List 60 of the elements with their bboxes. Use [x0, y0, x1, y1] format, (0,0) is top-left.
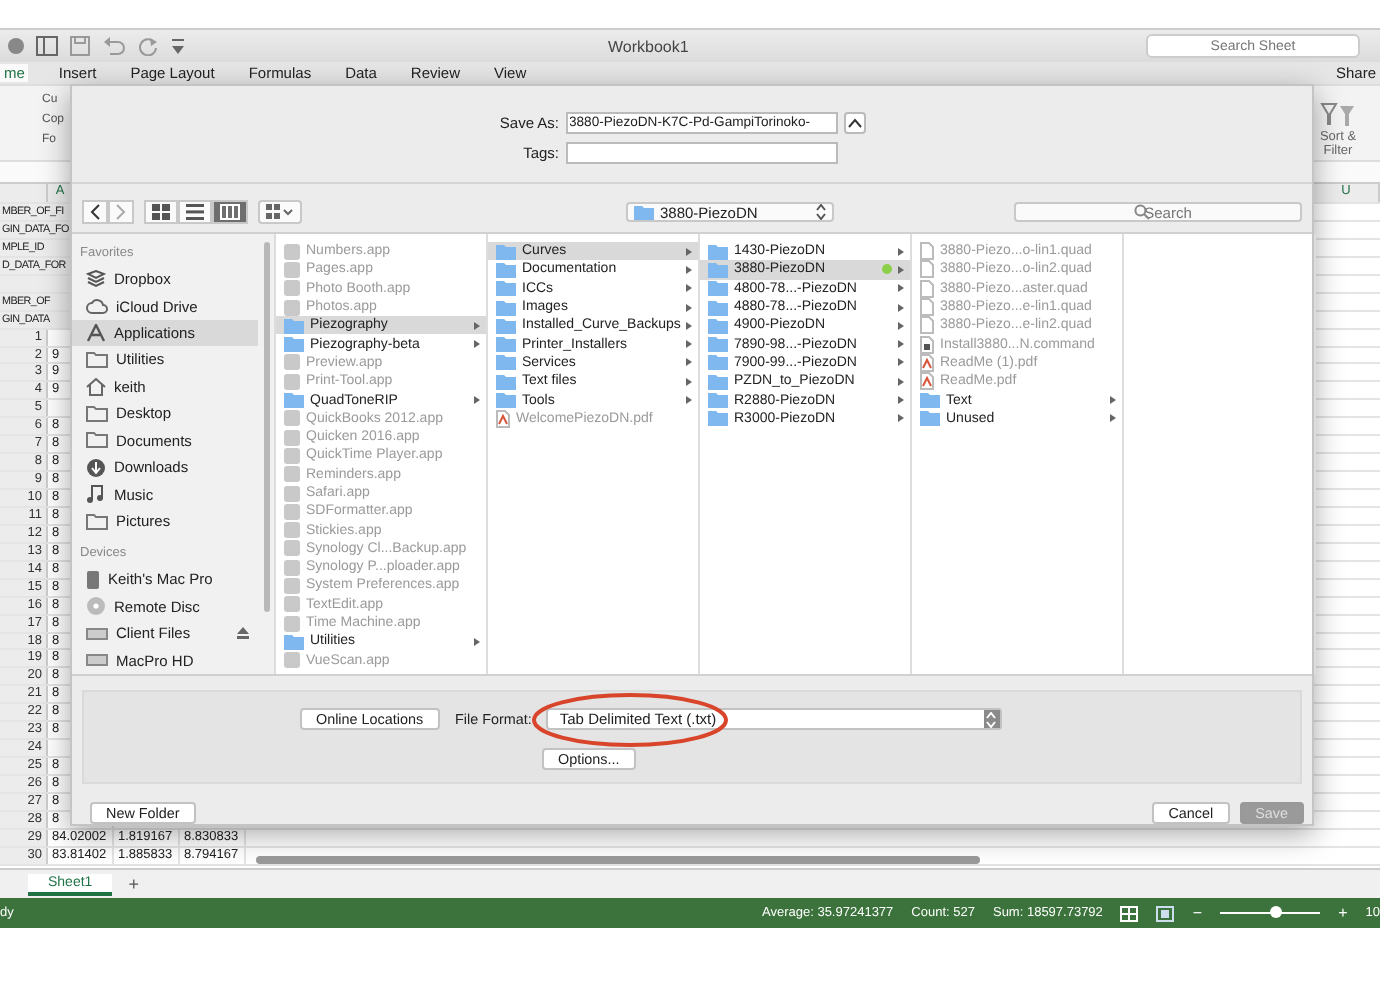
disclosure-arrow-icon [474, 637, 480, 646]
disclosure-arrow-icon [686, 396, 692, 405]
disclosure-arrow-icon [898, 377, 904, 386]
list-view-button[interactable] [178, 200, 212, 224]
back-button[interactable] [82, 200, 108, 224]
folder-icon [86, 405, 108, 422]
app-icon [284, 652, 300, 669]
customize-icon[interactable] [170, 36, 186, 56]
disclosure-arrow-icon [474, 396, 480, 405]
disclosure-arrow-icon [898, 284, 904, 293]
sidebar-icon[interactable] [36, 36, 58, 56]
chevron-left-icon [90, 204, 100, 220]
folder-icon [284, 633, 304, 650]
arrange-icon [266, 204, 294, 220]
disclosure-arrow-icon [686, 377, 692, 386]
cloud-icon [86, 298, 108, 315]
folder-icon [86, 351, 108, 368]
compass-icon [86, 324, 106, 343]
grid-icon [152, 204, 170, 220]
disclosure-arrow-icon [686, 284, 692, 293]
columns-icon [220, 204, 240, 220]
redo-icon[interactable] [138, 36, 158, 56]
window-title: Workbook1 [608, 37, 691, 55]
scrollbar[interactable] [256, 856, 980, 864]
download-icon [86, 457, 106, 478]
sort-filter-icon[interactable] [1320, 102, 1356, 130]
updown-arrows-icon [986, 711, 997, 727]
folder-icon [86, 513, 108, 529]
folder-icon [86, 432, 108, 449]
drive-icon [86, 652, 108, 669]
collapse-button[interactable] [843, 112, 865, 134]
terminal-document-icon [920, 335, 934, 354]
tags-field[interactable] [565, 142, 837, 164]
computer-tower-icon [86, 569, 100, 590]
add-sheet-button[interactable]: + [128, 874, 139, 894]
updown-arrows-icon [816, 204, 826, 220]
icon-view-button[interactable] [144, 200, 178, 224]
disclosure-arrow-icon [474, 321, 480, 330]
grid-view-icon[interactable] [1120, 905, 1139, 921]
folder-icon [284, 392, 304, 409]
page-layout-icon[interactable] [1156, 905, 1175, 921]
open-box-icon [86, 270, 106, 289]
arrange-button[interactable] [258, 200, 302, 224]
chevron-up-icon [847, 118, 861, 128]
disc-icon [86, 596, 106, 617]
zoom-out-button[interactable]: − [1192, 904, 1203, 922]
disclosure-arrow-icon [474, 340, 480, 349]
column-view-button[interactable] [212, 200, 248, 224]
list-icon [186, 204, 204, 220]
eject-icon[interactable] [236, 626, 250, 641]
scrollbar[interactable] [264, 242, 270, 612]
chevron-right-icon [116, 204, 126, 220]
music-note-icon [86, 484, 106, 505]
drive-icon [86, 625, 108, 642]
pdf-document-icon [496, 409, 510, 428]
zoom-in-button[interactable]: + [1338, 904, 1348, 922]
undo-icon[interactable] [102, 36, 126, 56]
save-icon[interactable] [70, 36, 90, 56]
house-icon [86, 377, 106, 396]
window-control-icon[interactable] [8, 38, 24, 54]
